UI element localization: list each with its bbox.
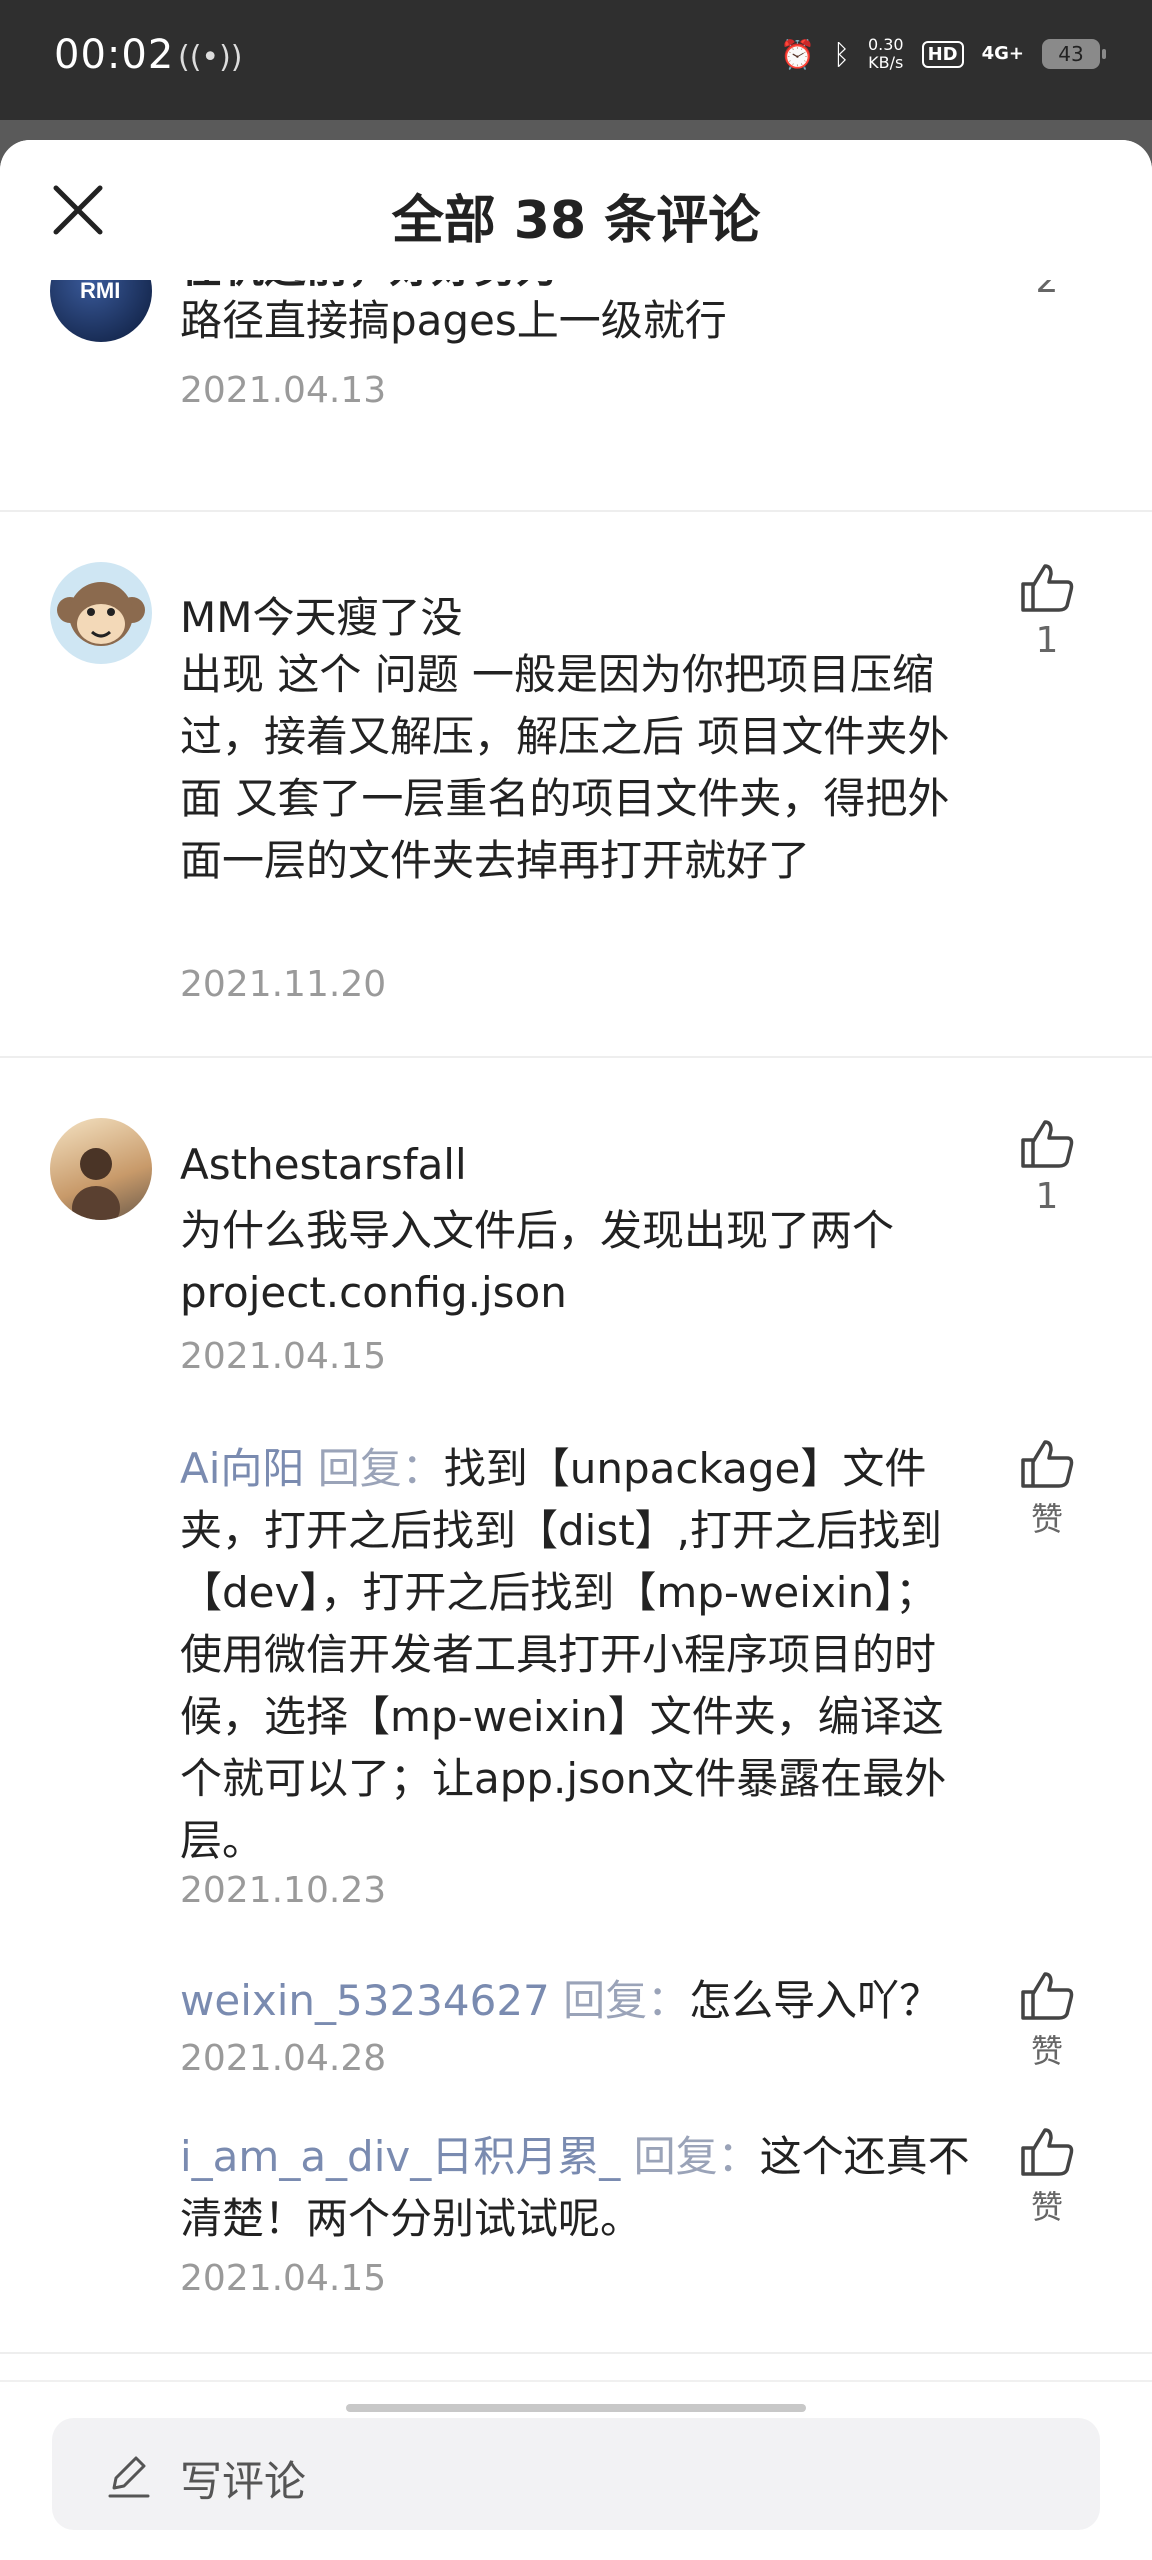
alarm-icon: ⏰ (780, 37, 816, 71)
status-icons: ⏰ ᛒ 0.30 KB/s HD 4G+ 43 (780, 36, 1106, 72)
sheet-header: 全部 38 条评论 (0, 140, 1152, 280)
reply-item: i_am_a_div_日积月累_ 回复：这个还真不清楚！两个分别试试呢。 (180, 2126, 970, 2250)
write-comment-placeholder: 写评论 (180, 2457, 307, 2506)
reply-text: 怎么导入吖？ (689, 1976, 942, 2025)
thumbs-up-icon (1021, 1120, 1074, 1168)
comment-list[interactable]: RMI 在机遇前，好好努力 路径直接搞pages上一级就行 2021.04.13… (0, 260, 1152, 2490)
reply-author[interactable]: weixin_53234627 (180, 1976, 550, 2025)
divider (0, 2352, 1152, 2354)
battery-level: 43 (1058, 42, 1084, 66)
like-count: 1 (1035, 620, 1059, 661)
reply-date: 2021.10.23 (180, 1870, 387, 1911)
reply-author[interactable]: Ai向阳 (180, 1444, 304, 1493)
reply-text: 找到【unpackage】文件夹，打开之后找到【dist】,打开之后找到【dev… (180, 1444, 947, 1865)
monkey-avatar-icon (57, 582, 145, 646)
bluetooth-icon: ᛒ (833, 37, 850, 71)
home-indicator[interactable] (346, 2404, 806, 2412)
reply-date: 2021.04.28 (180, 2038, 387, 2079)
reply-label: 回复： (633, 2132, 760, 2181)
thumbs-up-icon (1021, 564, 1074, 612)
comments-sheet: 全部 38 条评论 RMI 在机遇前，好好努力 路径直接搞pages上一级就行 … (0, 140, 1152, 2560)
like-button[interactable]: 赞 (1012, 2126, 1082, 2228)
thumbs-up-icon (1021, 1440, 1074, 1488)
comment-date: 2021.04.13 (180, 370, 387, 411)
reply-item: weixin_53234627 回复：怎么导入吖？ (180, 1970, 970, 2032)
hotspot-icon: ((•)) (178, 40, 243, 75)
page-title: 全部 38 条评论 (391, 191, 761, 251)
like-label: 赞 (1030, 1500, 1063, 1538)
reply-item: Ai向阳 回复：找到【unpackage】文件夹，打开之后找到【dist】,打开… (180, 1438, 970, 1872)
like-button[interactable]: 1 (1012, 562, 1082, 661)
like-label: 赞 (1030, 2188, 1063, 2226)
write-comment-input[interactable]: 写评论 (52, 2418, 1100, 2530)
signal-4g-icon: 4G+ (981, 43, 1024, 64)
like-button[interactable]: 赞 (1012, 1970, 1082, 2072)
avatar[interactable] (50, 562, 152, 664)
divider (0, 510, 1152, 512)
reply-date: 2021.04.15 (180, 2258, 387, 2299)
avatar[interactable] (50, 1118, 152, 1220)
comment-text: 为什么我导入文件后，发现出现了两个project.config.json (180, 1206, 895, 1317)
reply-label: 回复： (317, 1444, 444, 1493)
like-label: 赞 (1030, 2032, 1063, 2070)
status-bar: 00:02 ((•)) ⏰ ᛒ 0.30 KB/s HD 4G+ 43 (0, 0, 1152, 120)
like-button[interactable]: 赞 (1012, 1438, 1082, 1540)
reply-label: 回复： (563, 1976, 690, 2025)
comment-date: 2021.11.20 (180, 964, 387, 1005)
comment-author[interactable]: MM今天瘦了没 (180, 584, 462, 645)
pencil-icon (108, 2456, 150, 2498)
comment-text: 出现 这个 问题 一般是因为你把项目压缩过，接着又解压，解压之后 项目文件夹外面… (180, 650, 950, 885)
comment-date: 2021.04.15 (180, 1336, 387, 1377)
like-button[interactable]: 1 (1012, 1118, 1082, 1217)
reply-author[interactable]: i_am_a_div_日积月累_ (180, 2132, 620, 2181)
thumbs-up-icon (1021, 1972, 1074, 2020)
network-speed-value: 0.30 (867, 35, 904, 54)
comment-author[interactable]: Asthestarsfall (180, 1140, 467, 1189)
comment-text: 路径直接搞pages上一级就行 (180, 296, 727, 345)
like-count: 1 (1035, 1176, 1059, 1217)
status-time: 00:02 (54, 32, 175, 78)
divider (0, 1056, 1152, 1058)
network-speed: 0.30 KB/s (868, 36, 904, 72)
battery-icon: 43 (1042, 39, 1106, 69)
photo-avatar-icon (72, 1148, 120, 1220)
svg-text:RMI: RMI (80, 278, 120, 303)
thumbs-up-icon (1021, 2128, 1074, 2176)
network-speed-unit: KB/s (868, 53, 904, 72)
hd-icon: HD (921, 40, 964, 68)
